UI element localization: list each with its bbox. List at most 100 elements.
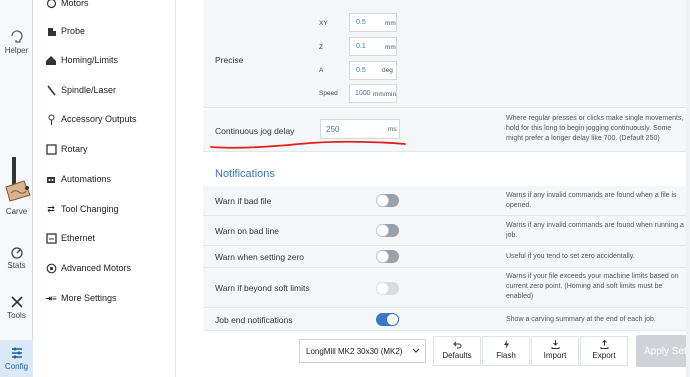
toggle-knob (376, 224, 389, 237)
rotary-icon (45, 143, 57, 155)
notification-row-job-end: Job end notifications Show a carving sum… (203, 309, 690, 331)
scrollbar[interactable] (686, 0, 690, 377)
notification-description: Show a carving summary at the end of eac… (506, 316, 656, 323)
jog-delay-unit: ms (388, 126, 397, 133)
menu-label: More Settings (61, 293, 117, 303)
ethernet-icon (45, 232, 57, 244)
toggle-knob (386, 313, 399, 326)
tool-change-icon: ⇄ (47, 203, 55, 214)
rail-label-carve: Carve (5, 207, 28, 216)
settings-menu: Motors Probe Homing/Limits Spindle/Laser… (33, 0, 176, 377)
notification-label: Warn if beyond soft limits (215, 283, 310, 293)
flash-button[interactable]: Flash (482, 336, 530, 366)
menu-label: Automations (61, 174, 112, 184)
jog-delay-description: Where regular presses or clicks make sin… (506, 115, 684, 142)
notification-description: Warns if your file exceeds your machine … (506, 273, 679, 300)
menu-item-homing-limits[interactable]: Homing/Limits (45, 51, 118, 69)
import-icon (551, 340, 559, 349)
toggle-knob (376, 250, 389, 263)
z-unit: mm (385, 44, 396, 51)
rail-stats[interactable]: Stats (0, 245, 33, 273)
export-label: Export (592, 351, 616, 360)
menu-item-probe[interactable]: Probe (45, 22, 85, 40)
menu-item-automations[interactable]: Automations (45, 170, 111, 188)
jog-delay-label: Continuous jog delay (215, 126, 295, 136)
precise-label: Precise (215, 55, 244, 65)
z-step-value: 0.1 (356, 43, 366, 50)
menu-item-rotary[interactable]: Rotary (45, 140, 88, 158)
speed-label: Speed (319, 90, 338, 97)
main-nav-rail: Helper Carve Stats Tools Config (0, 0, 33, 377)
apply-label: Apply Setti (644, 345, 690, 357)
defaults-button[interactable]: Defaults (433, 336, 481, 366)
menu-item-spindle-laser[interactable]: Spindle/Laser (45, 81, 116, 99)
machine-profile-value: LongMill MK2 30x30 (MK2) (306, 346, 403, 356)
defaults-label: Defaults (442, 351, 472, 360)
menu-item-ethernet[interactable]: Ethernet (45, 229, 95, 247)
rail-config[interactable]: Config (0, 340, 33, 377)
notification-row-soft-limits: Warn if beyond soft limits Warns if your… (203, 268, 690, 308)
settings-content: Precise XY 0.5 mm Z 0.1 mm A 0.5 deg Spe… (176, 0, 690, 377)
toggle-knob (376, 194, 389, 207)
menu-label: Accessory Outputs (61, 114, 137, 124)
apply-settings-button[interactable]: Apply Setti (636, 335, 690, 367)
menu-label: Ethernet (61, 233, 96, 243)
notifications-heading: Notifications (215, 168, 275, 180)
menu-label: Motors (61, 0, 89, 8)
machine-profile-select[interactable]: LongMill MK2 30x30 (MK2) (299, 339, 426, 363)
bad-file-toggle[interactable] (376, 194, 399, 207)
notification-description: Warns if any invalid commands are found … (506, 222, 684, 239)
notification-row-bad-line: Warn on bad line Warns if any invalid co… (203, 216, 690, 246)
notification-description: Warns if any invalid commands are found … (506, 192, 677, 209)
menu-item-accessory-outputs[interactable]: Accessory Outputs (45, 110, 137, 128)
speed-unit: mm/min (373, 91, 397, 98)
rail-label-tools: Tools (7, 311, 26, 320)
import-button[interactable]: Import (531, 336, 579, 366)
export-icon (600, 340, 608, 349)
precise-section: Precise XY 0.5 mm Z 0.1 mm A 0.5 deg Spe… (203, 0, 690, 108)
advanced-motors-icon (45, 262, 57, 274)
notification-row-bad-file: Warn if bad file Warns if any invalid co… (203, 186, 690, 216)
a-unit: deg (382, 67, 393, 74)
job-end-toggle[interactable] (376, 313, 399, 326)
red-annotation-underline (210, 140, 406, 149)
menu-label: Rotary (61, 144, 88, 154)
rail-tools[interactable]: Tools (0, 295, 33, 323)
jog-delay-value: 250 (326, 124, 340, 134)
a-step-value: 0.5 (356, 67, 366, 74)
tools-icon (10, 296, 23, 308)
menu-item-tool-changing[interactable]: ⇄ Tool Changing (45, 200, 119, 218)
xy-step-value: 0.5 (356, 19, 366, 26)
accessory-icon (45, 113, 57, 125)
notification-label: Job end notifications (215, 315, 293, 325)
carve-icon (4, 157, 31, 202)
flash-icon (503, 340, 509, 349)
helper-icon (10, 30, 23, 43)
rail-carve[interactable]: Carve (0, 155, 33, 221)
notification-label: Warn when setting zero (215, 252, 304, 262)
rail-label-helper: Helper (4, 46, 29, 55)
rail-label-config: Config (4, 362, 29, 371)
menu-item-motors[interactable]: Motors (45, 0, 89, 12)
flash-label: Flash (496, 351, 516, 360)
spindle-icon (45, 84, 57, 96)
rail-label-stats: Stats (7, 261, 26, 270)
soft-limits-toggle[interactable] (376, 282, 399, 295)
menu-label: Tool Changing (61, 204, 119, 214)
automations-icon (45, 173, 57, 185)
setting-zero-toggle[interactable] (376, 250, 399, 263)
notification-label: Warn on bad line (215, 226, 279, 236)
stats-icon (10, 247, 23, 259)
toggle-knob (376, 282, 389, 295)
more-settings-icon: ⇥≡ (45, 293, 57, 303)
menu-item-more-settings[interactable]: ⇥≡ More Settings (45, 289, 117, 307)
rail-helper[interactable]: Helper (0, 28, 33, 58)
notification-label: Warn if bad file (215, 196, 272, 206)
menu-label: Homing/Limits (61, 55, 119, 65)
export-button[interactable]: Export (580, 336, 628, 366)
motors-icon (45, 0, 57, 9)
speed-value: 1000 (355, 90, 371, 97)
bad-line-toggle[interactable] (376, 224, 399, 237)
menu-item-advanced-motors[interactable]: Advanced Motors (45, 259, 131, 277)
notification-description: Useful if you tend to set zero accidenta… (506, 253, 635, 260)
